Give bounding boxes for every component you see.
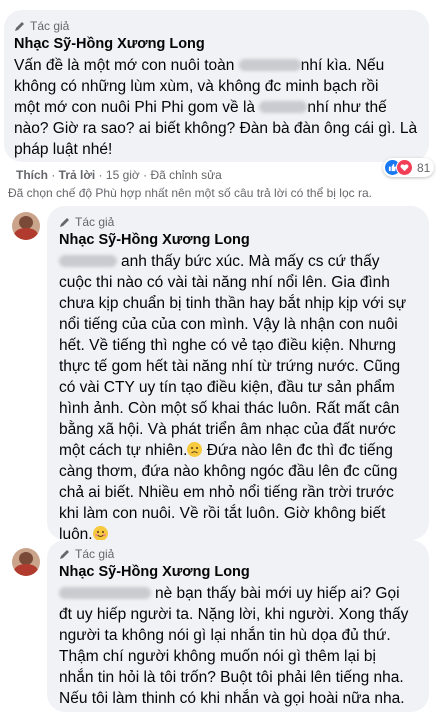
author-badge-label: Tác giả — [30, 19, 70, 33]
comment-bubble-2: Tác giả Nhạc Sỹ-Hồng Xương Long anh thấy… — [47, 206, 429, 543]
edited-label: Đã chỉnh sửa — [150, 168, 222, 182]
filter-note: Đã chọn chế độ Phù hợp nhất nên một số c… — [8, 186, 372, 200]
blurred-name — [59, 255, 117, 267]
heart-icon — [396, 159, 413, 176]
blurred-name — [259, 101, 308, 113]
author-badge: Tác giả — [59, 546, 419, 562]
reply-link[interactable]: Trả lời — [59, 168, 96, 182]
sad-face-emoji — [187, 442, 203, 457]
comment-author[interactable]: Nhạc Sỹ-Hồng Xương Long — [59, 232, 419, 248]
author-badge: Tác giả — [14, 18, 419, 34]
comment-author[interactable]: Nhạc Sỹ-Hồng Xương Long — [59, 564, 419, 580]
pencil-icon — [15, 22, 24, 31]
blurred-name — [59, 587, 151, 599]
comment-author[interactable]: Nhạc Sỹ-Hồng Xương Long — [14, 36, 419, 52]
smile-emoji — [92, 526, 108, 541]
comment-bubble-1: Tác giả Nhạc Sỹ-Hồng Xương Long Vấn đề l… — [4, 10, 429, 162]
comment-bubble-3: Tác giả Nhạc Sỹ-Hồng Xương Long nè bạn t… — [47, 540, 429, 712]
blurred-name — [238, 59, 301, 71]
author-badge-label: Tác giả — [75, 547, 115, 561]
comment-actions: Thích · Trả lời · 15 giờ · Đã chỉnh sửa — [16, 168, 222, 182]
avatar[interactable] — [12, 212, 40, 240]
reaction-count: 81 — [417, 160, 431, 175]
comment-text: nè bạn thấy bài mới uy hiếp ai? Gọi đt u… — [59, 585, 409, 707]
reaction-summary[interactable]: 81 — [383, 158, 435, 177]
pencil-icon — [60, 550, 69, 559]
comment-text: anh thấy bức xúc. Mà mấy cs cứ thấy cuộc… — [59, 253, 407, 543]
avatar[interactable] — [12, 548, 40, 576]
author-badge-label: Tác giả — [75, 215, 115, 229]
comment-time[interactable]: 15 giờ — [106, 168, 140, 182]
like-link[interactable]: Thích — [16, 168, 48, 182]
comment-text: Vấn đề là một mớ con nuôi toàn nhí kìa. … — [14, 57, 418, 158]
pencil-icon — [60, 218, 69, 227]
author-badge: Tác giả — [59, 214, 419, 230]
